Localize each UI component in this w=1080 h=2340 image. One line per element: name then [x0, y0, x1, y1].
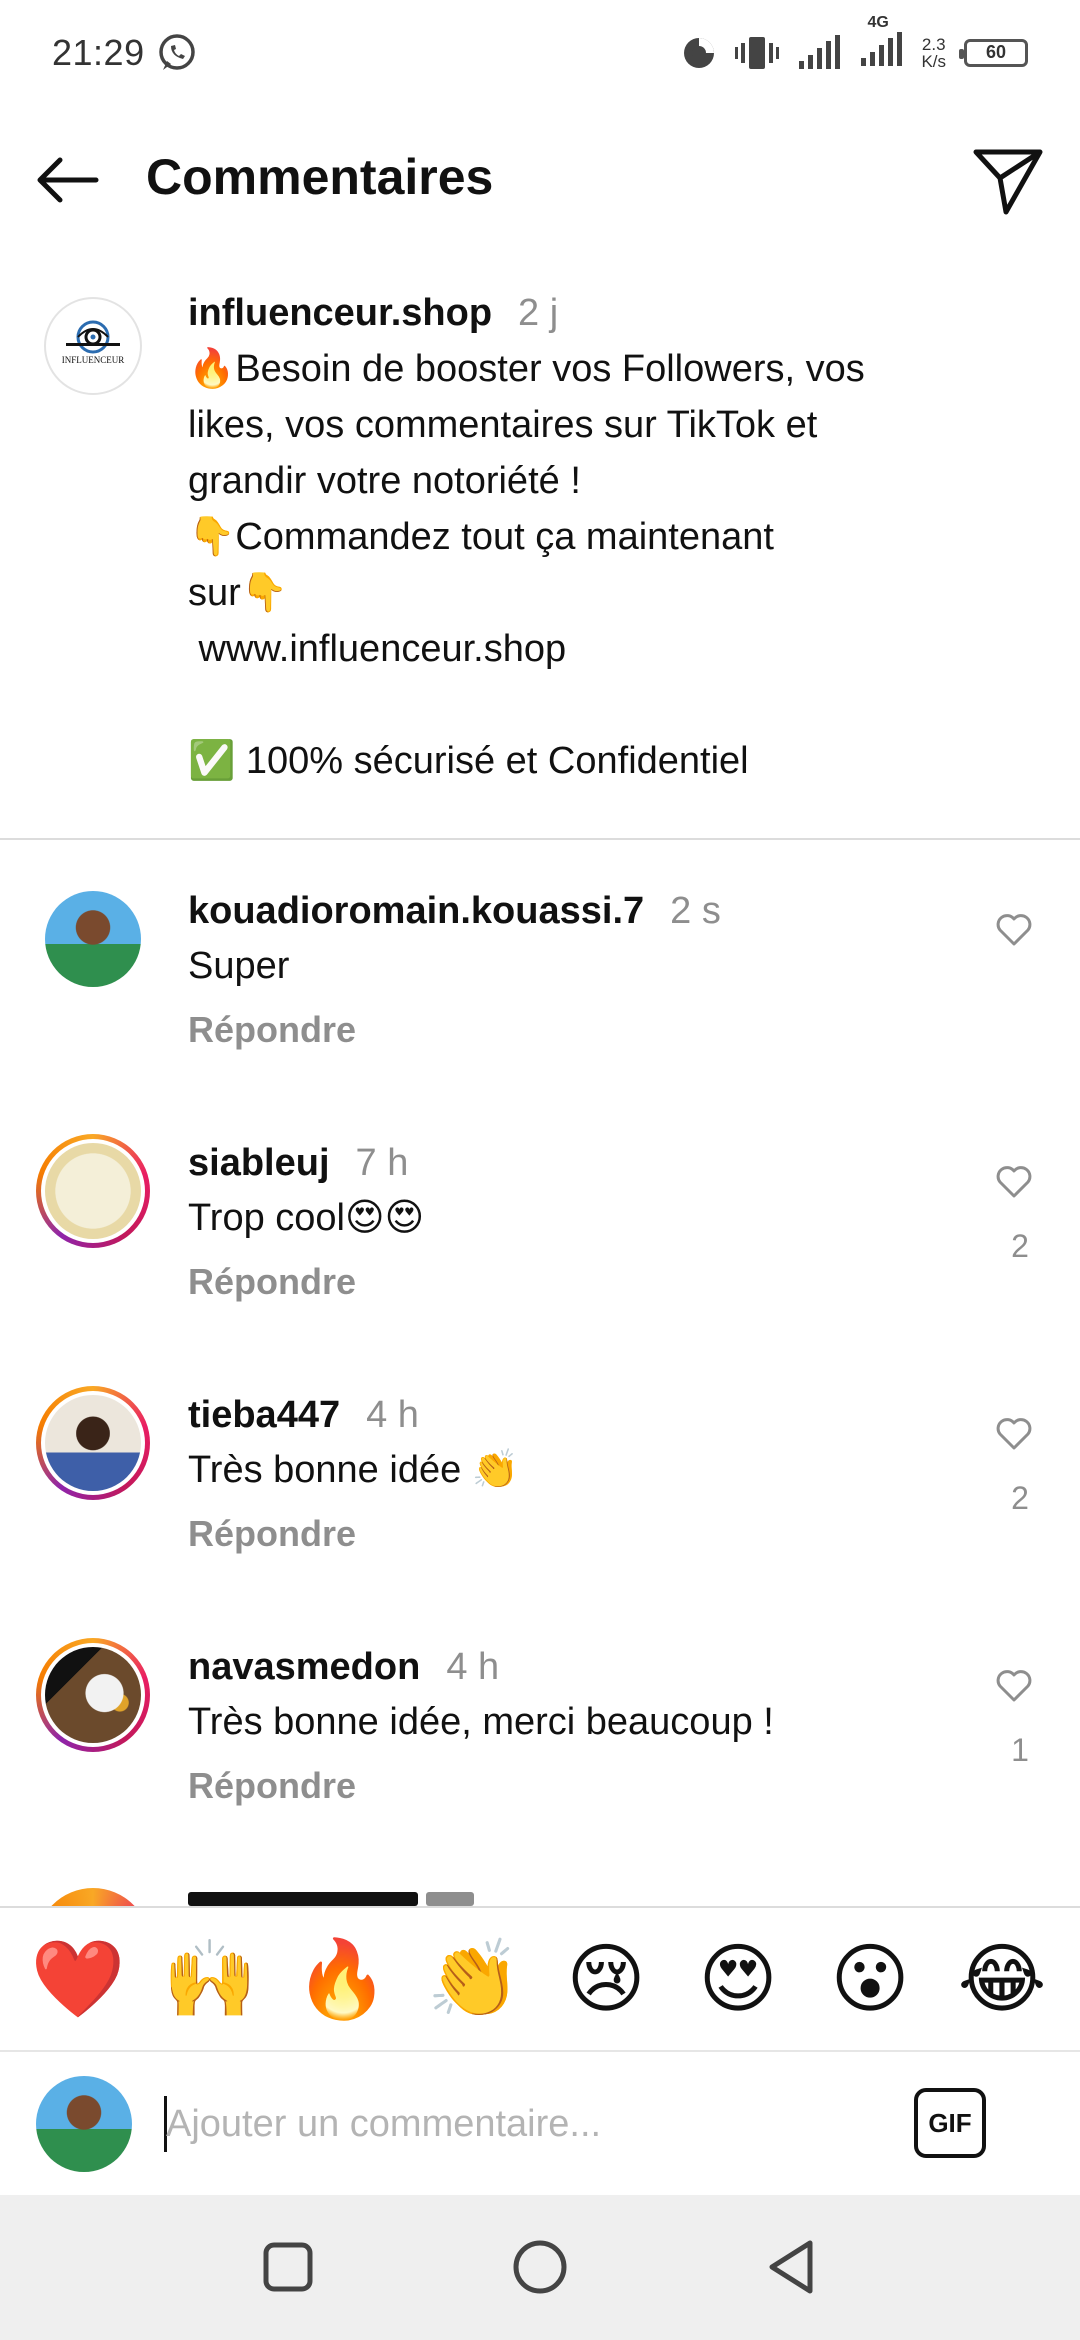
avatar-image — [45, 891, 141, 987]
heart-outline-icon[interactable] — [994, 1162, 1034, 1202]
status-left: 21:29 — [52, 31, 199, 75]
emoji-heart-button[interactable]: ❤️ — [23, 1924, 133, 2034]
page-title: Commentaires — [146, 149, 494, 205]
like-count: 2 — [1011, 1228, 1029, 1264]
avatar-ring — [41, 1643, 145, 1747]
caption-time: 2 j — [518, 292, 559, 334]
avatar[interactable] — [36, 882, 150, 996]
comment-time: 4 h — [446, 1646, 500, 1688]
comment-header: kouadioromain.kouassi.7 2 s — [188, 886, 721, 936]
caption-username[interactable]: influenceur.shop — [188, 292, 492, 334]
signal-icon — [861, 32, 903, 66]
caption-text: influenceur.shop 2 j 🔥Besoin de booster v… — [188, 285, 988, 789]
status-time: 21:29 — [52, 31, 145, 73]
circle-nav-icon[interactable] — [504, 2237, 576, 2297]
emoji-raised-hands-button[interactable]: 🙌 — [155, 1924, 265, 2034]
comment-username[interactable]: navasmedon — [188, 1646, 420, 1688]
caption-line — [188, 677, 988, 733]
emoji-clap-button[interactable]: 👏 — [419, 1924, 529, 2034]
triangle-nav-icon[interactable] — [756, 2237, 828, 2297]
like-count: 1 — [1011, 1732, 1029, 1768]
emoji-fire-button[interactable]: 🔥 — [287, 1924, 397, 2034]
emoji-heart-eyes-button[interactable]: 😍 — [683, 1924, 793, 2034]
speed-unit: K/s — [921, 51, 946, 71]
reply-button[interactable]: Répondre — [188, 1513, 356, 1555]
caption-avatar[interactable]: INFLUENCEUR — [44, 297, 142, 395]
system-nav-bar — [0, 2195, 1080, 2340]
heart-outline-icon[interactable] — [994, 1414, 1034, 1454]
comment-item: tieba447 4 h Très bonne idée 👏 Répondre 2 — [0, 1386, 1080, 1638]
avatar[interactable] — [36, 1386, 150, 1500]
reply-button[interactable]: Répondre — [188, 1261, 356, 1303]
post-caption: INFLUENCEUR influenceur.shop 2 j 🔥Besoin … — [0, 285, 1080, 840]
like-count: 2 — [1011, 1480, 1029, 1516]
gif-button[interactable]: GIF — [914, 2088, 986, 2158]
reply-button[interactable]: Répondre — [188, 1765, 356, 1807]
influenceur-logo: INFLUENCEUR — [62, 320, 125, 365]
caption-line: ✅ 100% sécurisé et Confidentiel — [188, 740, 749, 782]
network-type: 4G — [867, 14, 889, 31]
whatsapp-icon — [158, 33, 195, 70]
avatar-image — [45, 1395, 141, 1491]
data-usage-icon — [684, 37, 715, 68]
comment-text: Super — [188, 945, 290, 987]
logo-text: INFLUENCEUR — [62, 355, 125, 365]
emoji-sad-button[interactable]: 😢 — [551, 1924, 661, 2034]
heart-outline-icon[interactable] — [994, 1666, 1034, 1706]
emoji-surprised-button[interactable]: 😮 — [815, 1924, 925, 2034]
speed-value: 2.3 — [921, 34, 946, 54]
comment-header: siableuj 7 h — [188, 1138, 408, 1188]
avatar[interactable] — [36, 1638, 150, 1752]
signal-4g: 4G — [859, 14, 903, 73]
vibrate-icon — [735, 36, 780, 69]
comment-time: 7 h — [355, 1142, 409, 1184]
caption-link[interactable]: www.influenceur.shop — [188, 621, 988, 677]
emoji-laugh-button[interactable]: 😂 — [947, 1924, 1057, 2034]
caption-line: 👇Commandez tout ça maintenant — [188, 516, 774, 558]
caption-line: likes, vos commentaires sur TikTok et — [188, 404, 818, 446]
emoji-reaction-bar: ❤️ 🙌 🔥 👏 😢 😍 😮 😂 — [0, 1906, 1080, 2052]
avatar — [36, 1888, 150, 1906]
comment-text: Très bonne idée, merci beaucoup ! — [188, 1701, 774, 1743]
peek-time-fragment — [426, 1892, 474, 1906]
network-speed: 2.3 K/s — [921, 36, 946, 70]
battery-level: 60 — [985, 42, 1007, 62]
back-arrow-icon[interactable] — [30, 150, 110, 210]
caption-line: 🔥Besoin de booster vos Followers, vos — [188, 348, 865, 390]
avatar[interactable] — [36, 1134, 150, 1248]
user-avatar[interactable] — [36, 2076, 132, 2172]
comment-input[interactable] — [166, 2092, 886, 2156]
comment-item: navasmedon 4 h Très bonne idée, merci bea… — [0, 1638, 1080, 1890]
status-right: 4G 2.3 K/s 60 — [681, 14, 1028, 73]
comment-username[interactable]: kouadioromain.kouassi.7 — [188, 890, 644, 932]
comment-item: kouadioromain.kouassi.7 2 s Super Répondr… — [0, 882, 1080, 1134]
reply-button[interactable]: Répondre — [188, 1009, 356, 1051]
square-nav-icon[interactable] — [252, 2237, 324, 2297]
signal-icon — [799, 34, 841, 69]
status-bar: 21:29 4G 2.3 K/s 60 — [0, 0, 1080, 105]
send-icon[interactable] — [968, 142, 1048, 218]
peek-text-fragment — [188, 1892, 418, 1906]
caption-line: sur👇 — [188, 572, 289, 614]
comment-input-bar: GIF — [0, 2052, 1080, 2195]
comment-text: Très bonne idée 👏 — [188, 1449, 520, 1491]
battery-icon: 60 — [959, 38, 1028, 67]
avatar-image — [45, 1647, 141, 1743]
comment-username[interactable]: tieba447 — [188, 1394, 340, 1436]
comment-header: tieba447 4 h — [188, 1390, 419, 1440]
comment-header: navasmedon 4 h — [188, 1642, 499, 1692]
next-comment-peek — [0, 1888, 1080, 1906]
comment-item: siableuj 7 h Trop cool😍😍 Répondre 2 — [0, 1134, 1080, 1386]
avatar-image — [45, 1143, 141, 1239]
heart-outline-icon[interactable] — [994, 910, 1034, 950]
caption-line: grandir votre notoriété ! — [188, 460, 581, 502]
comment-time: 4 h — [366, 1394, 419, 1436]
header: Commentaires — [0, 120, 1080, 240]
comment-username[interactable]: siableuj — [188, 1142, 330, 1184]
avatar-ring — [41, 1139, 145, 1243]
avatar-ring — [41, 1391, 145, 1495]
comment-text: Trop cool😍😍 — [188, 1197, 425, 1239]
caption-header: influenceur.shop 2 j — [188, 285, 988, 341]
comment-time: 2 s — [670, 890, 721, 932]
